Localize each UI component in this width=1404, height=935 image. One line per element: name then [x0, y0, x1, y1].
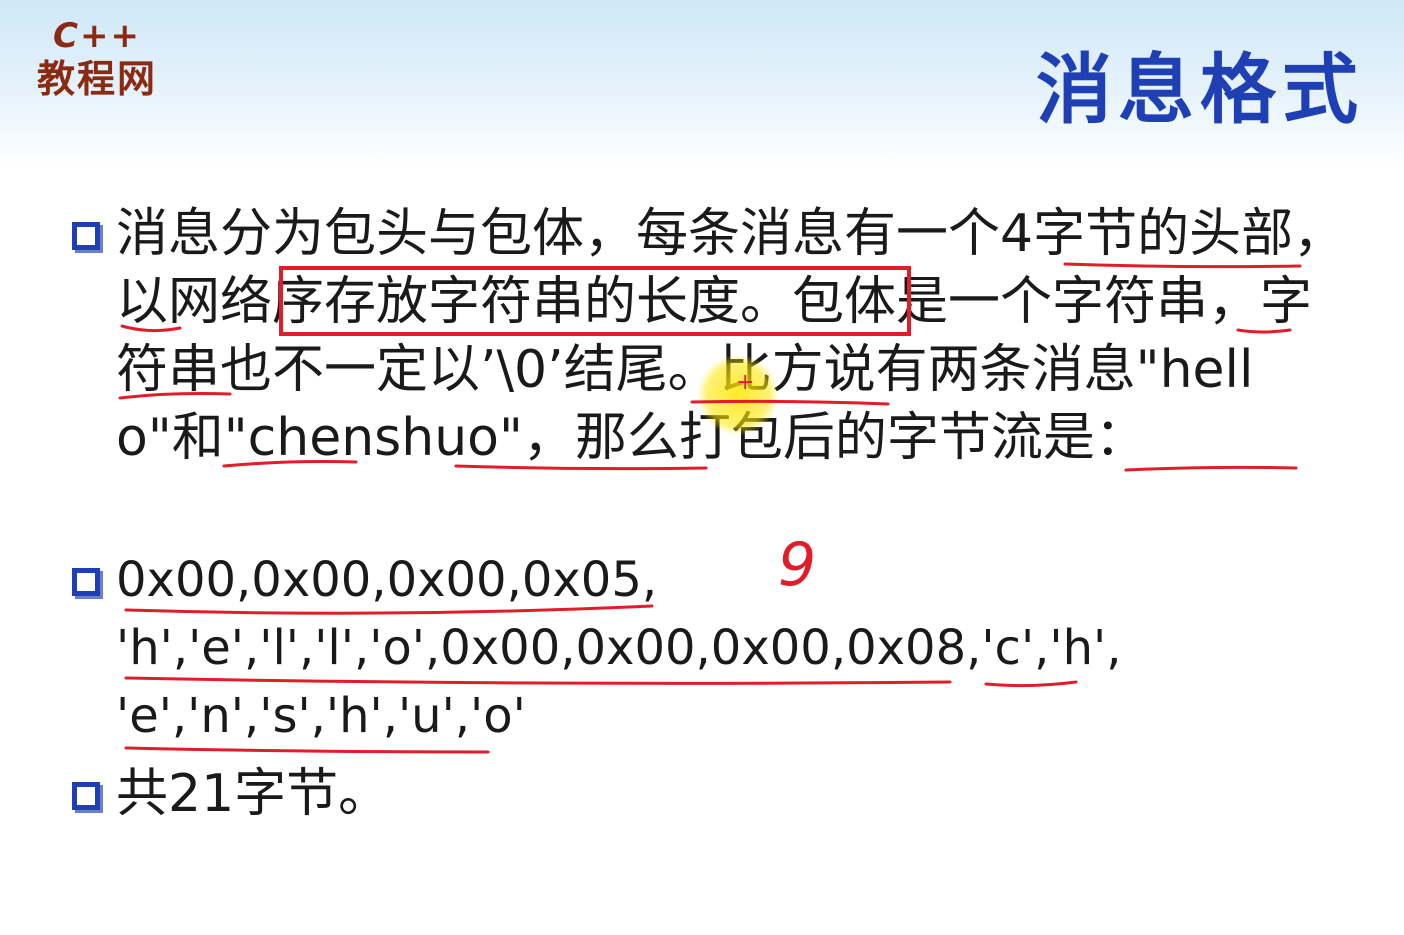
checkbox-bullet-icon [72, 222, 100, 250]
handwritten-annotation: 9 [778, 530, 817, 600]
bullet-code: 0x00,0x00,0x00,0x05, 'h','e','l','l','o'… [116, 546, 1362, 750]
logo-bottom-text: 教程网 [36, 57, 157, 101]
checkbox-bullet-icon [72, 782, 100, 810]
cursor-highlight [698, 355, 778, 435]
red-highlight-box [279, 266, 911, 336]
bullet-item: 共21字节。 [72, 760, 1362, 828]
code-line: 'h','e','l','l','o',0x00,0x00,0x00,0x08,… [116, 620, 1122, 676]
code-line: 0x00,0x00,0x00,0x05, [116, 552, 658, 608]
checkbox-bullet-icon [72, 568, 100, 596]
logo: C++ 教程网 [22, 16, 172, 116]
slide-title: 消息格式 [1036, 45, 1364, 134]
logo-top-text: C++ [53, 16, 141, 56]
code-line: 'e','n','s','h','u','o' [116, 688, 526, 744]
bullet-item: 0x00,0x00,0x00,0x05, 'h','e','l','l','o'… [72, 546, 1362, 756]
cursor-plus-icon: + [736, 370, 755, 395]
bullet-text: 共21字节。 [116, 764, 391, 824]
